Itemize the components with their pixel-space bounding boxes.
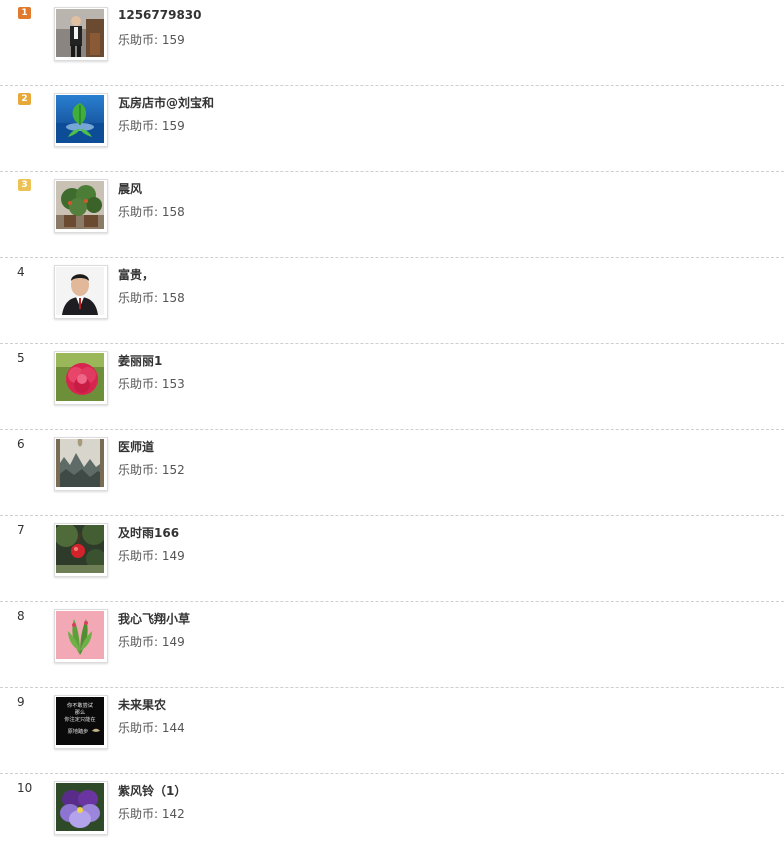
green-leaf-water-photo <box>56 95 104 143</box>
coin-value: 144 <box>161 721 185 735</box>
coin-value: 153 <box>161 377 185 391</box>
coin-label: 乐助币: <box>118 807 159 821</box>
list-item: 7 及时雨166 乐助币: 149 <box>0 516 784 602</box>
coin-label: 乐助币: <box>118 291 159 305</box>
avatar[interactable] <box>54 781 108 835</box>
coin-label: 乐助币: <box>118 205 159 219</box>
coin-value: 158 <box>161 205 185 219</box>
coin-value: 149 <box>161 635 185 649</box>
user-name[interactable]: 及时雨166 <box>118 524 179 541</box>
list-item: 10 紫风铃（1） 乐助币: 142 <box>0 774 784 860</box>
list-item: 9 你不敢尝试 那么 你注定只能在 原地踏步 未来果农 乐助币: 144 <box>0 688 784 774</box>
coin-label: 乐助币: <box>118 549 159 563</box>
avatar[interactable] <box>54 179 108 233</box>
portrait-photo <box>56 267 104 315</box>
rank-badge: 2 <box>18 93 31 105</box>
avatar-text-line: 那么 <box>75 708 85 716</box>
coin-value: 159 <box>161 33 185 47</box>
avatar-text-line: 你不敢尝试 <box>67 701 94 709</box>
coin-value: 158 <box>161 291 185 305</box>
coin-value: 159 <box>161 119 185 133</box>
rank-number: 6 <box>17 437 25 451</box>
black-text-card: 你不敢尝试 那么 你注定只能在 原地踏步 <box>56 697 104 745</box>
purple-pansy-photo <box>56 783 104 831</box>
rank-number: 8 <box>17 609 25 623</box>
rank-number: 10 <box>17 781 33 795</box>
coin-label: 乐助币: <box>118 721 159 735</box>
user-name[interactable]: 1256779830 <box>118 8 202 22</box>
avatar-text-line: 原地踏步 <box>68 727 89 735</box>
list-item: 8 我心飞翔小草 乐助币: 149 <box>0 602 784 688</box>
user-name[interactable]: 姜丽丽1 <box>118 352 162 369</box>
user-name[interactable]: 医师道 <box>118 438 154 455</box>
avatar[interactable] <box>54 609 108 663</box>
list-item: 1 1256779830 乐助币: 159 <box>0 0 784 86</box>
potted-tree-photo <box>56 181 104 229</box>
user-name[interactable]: 紫风铃（1） <box>118 782 186 799</box>
man-standing-photo <box>56 9 104 57</box>
mountain-painting-photo <box>56 439 104 487</box>
pink-flower-photo <box>56 353 104 401</box>
coin-label: 乐助币: <box>118 119 159 133</box>
avatar[interactable] <box>54 93 108 147</box>
coin-value: 149 <box>161 549 185 563</box>
user-name[interactable]: 瓦房店市@刘宝和 <box>118 94 214 111</box>
avatar-text-line: 你注定只能在 <box>64 715 95 723</box>
avatar[interactable]: 你不敢尝试 那么 你注定只能在 原地踏步 <box>54 695 108 749</box>
rank-badge: 1 <box>18 7 31 19</box>
rank-number: 5 <box>17 351 25 365</box>
list-item: 6 医师道 乐助币: 152 <box>0 430 784 516</box>
user-name[interactable]: 我心飞翔小草 <box>118 610 190 627</box>
rank-number: 9 <box>17 695 25 709</box>
avatar[interactable] <box>54 351 108 405</box>
avatar[interactable] <box>54 437 108 491</box>
coin-label: 乐助币: <box>118 33 159 47</box>
coin-count: 乐助币: 142 <box>118 805 185 822</box>
rank-number: 4 <box>17 265 25 279</box>
coin-value: 152 <box>161 463 185 477</box>
list-item: 5 姜丽丽1 乐助币: 153 <box>0 344 784 430</box>
list-item: 2 瓦房店市@刘宝和 乐助币: 159 <box>0 86 784 172</box>
coin-label: 乐助币: <box>118 377 159 391</box>
coin-value: 142 <box>161 807 185 821</box>
avatar[interactable] <box>54 523 108 577</box>
avatar[interactable] <box>54 7 108 61</box>
coin-count: 乐助币: 152 <box>118 461 185 478</box>
red-fruit-photo <box>56 525 104 573</box>
list-item: 3 晨风 乐助币: 158 <box>0 172 784 258</box>
coin-count: 乐助币: 159 <box>118 117 185 134</box>
coin-count: 乐助币: 153 <box>118 375 185 392</box>
list-item: 4 富贵， 乐助币: 158 <box>0 258 784 344</box>
coin-label: 乐助币: <box>118 463 159 477</box>
coin-count: 乐助币: 149 <box>118 633 185 650</box>
leaderboard-list: 1 1256779830 乐助币: 159 2 瓦房店市@刘宝和 乐助币: 15… <box>0 0 784 860</box>
rank-number: 7 <box>17 523 25 537</box>
user-name[interactable]: 晨风 <box>118 180 142 197</box>
rank-badge: 3 <box>18 179 31 191</box>
user-name[interactable]: 富贵， <box>118 266 154 283</box>
coin-count: 乐助币: 158 <box>118 289 185 306</box>
coin-count: 乐助币: 159 <box>118 31 185 48</box>
coin-label: 乐助币: <box>118 635 159 649</box>
coin-count: 乐助币: 144 <box>118 719 185 736</box>
user-name[interactable]: 未来果农 <box>118 696 166 713</box>
plant-pink-background-photo <box>56 611 104 659</box>
coin-count: 乐助币: 158 <box>118 203 185 220</box>
avatar[interactable] <box>54 265 108 319</box>
coin-count: 乐助币: 149 <box>118 547 185 564</box>
